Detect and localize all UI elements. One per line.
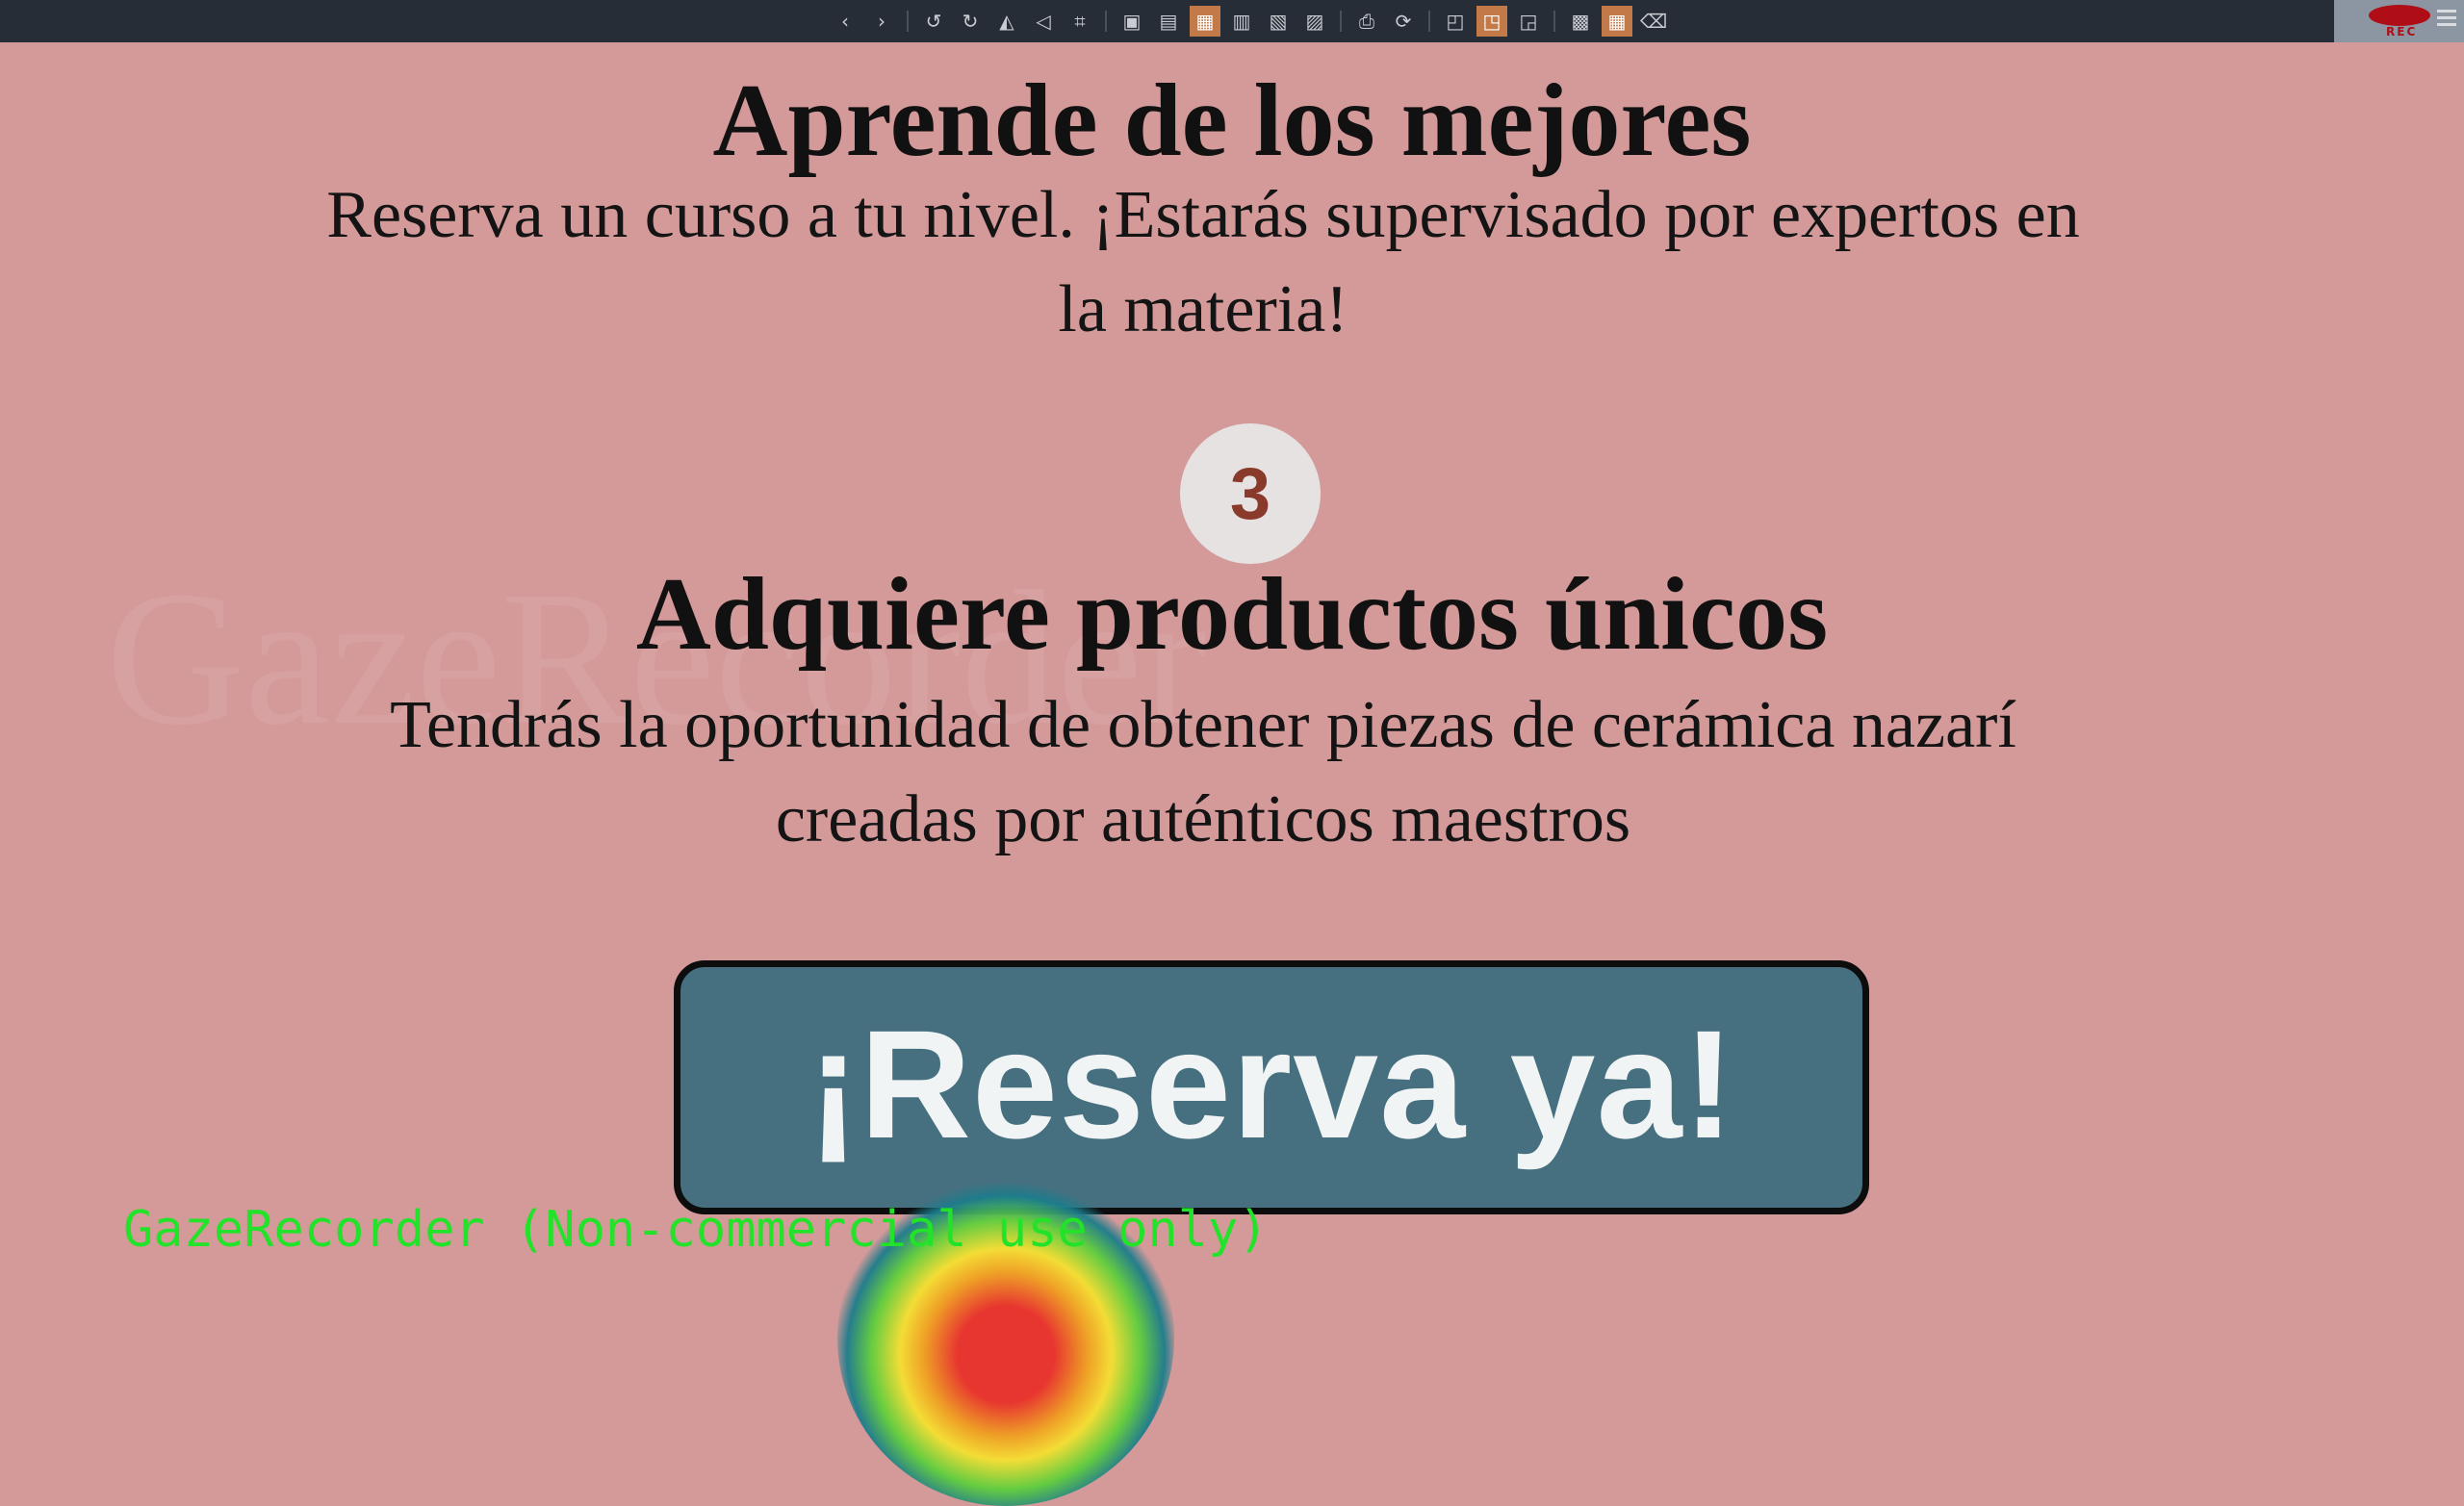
refresh-icon[interactable]: ⟳	[1388, 6, 1419, 37]
rotate-left-icon[interactable]: ↺	[918, 6, 949, 37]
fit-icon[interactable]: ▦	[1190, 6, 1220, 37]
toolbar-separator	[1428, 11, 1430, 32]
record-label: REC	[2386, 25, 2418, 38]
fullscreen-icon[interactable]: ▣	[1116, 6, 1147, 37]
reserve-now-button[interactable]: ¡Reserva ya!	[674, 960, 1869, 1214]
section-text-learn: Reserva un curso a tu nivel. ¡Estarás su…	[326, 178, 2080, 346]
print-icon[interactable]: ⎙	[1351, 6, 1382, 37]
annotate-icon[interactable]: ◲	[1513, 6, 1544, 37]
grid-icon[interactable]: ▦	[1602, 6, 1632, 37]
image-icon[interactable]: ▩	[1565, 6, 1596, 37]
flip-horizontal-icon[interactable]: ◭	[991, 6, 1022, 37]
actual-size-icon[interactable]: ▨	[1299, 6, 1330, 37]
fit-width-icon[interactable]: ▥	[1226, 6, 1257, 37]
record-dot-icon	[2369, 5, 2430, 26]
record-indicator[interactable]: REC	[2334, 0, 2464, 42]
zoom-region-icon[interactable]: ◰	[1440, 6, 1471, 37]
toolbar-separator	[1553, 11, 1555, 32]
trash-icon[interactable]: ⌫	[1638, 6, 1669, 37]
rotate-right-icon[interactable]: ↻	[955, 6, 986, 37]
chevron-right-icon[interactable]: ›	[866, 6, 897, 37]
flip-vertical-icon[interactable]: ◁	[1028, 6, 1059, 37]
menu-icon[interactable]	[2437, 10, 2456, 30]
chevron-left-icon[interactable]: ‹	[830, 6, 860, 37]
fit-height-icon[interactable]: ▧	[1263, 6, 1294, 37]
crop-icon[interactable]: ⌗	[1065, 6, 1095, 37]
lock-icon[interactable]: ▤	[1153, 6, 1184, 37]
toolbar-icons: ‹ › ↺ ↻ ◭ ◁ ⌗ ▣ ▤ ▦ ▥ ▧ ▨ ⎙ ⟳ ◰ ◳ ◲ ▩ ▦ …	[830, 6, 1669, 37]
step-number-badge: 3	[1180, 423, 1321, 564]
toolbar-separator	[1340, 11, 1342, 32]
viewer-toolbar: ‹ › ↺ ↻ ◭ ◁ ⌗ ▣ ▤ ▦ ▥ ▧ ▨ ⎙ ⟳ ◰ ◳ ◲ ▩ ▦ …	[0, 0, 2464, 42]
toolbar-separator	[907, 11, 909, 32]
section-title-products: Adquiere productos únicos	[635, 557, 1829, 672]
zoom-toggle-icon[interactable]: ◳	[1476, 6, 1507, 37]
section-text-products: Tendrás la oportunidad de obtener piezas…	[390, 688, 2016, 856]
gaze-recorder-notice: GazeRecorder (Non-commercial use only)	[123, 1201, 1269, 1259]
toolbar-separator	[1105, 11, 1107, 32]
section-title-learn: Aprende de los mejores	[712, 64, 1752, 178]
